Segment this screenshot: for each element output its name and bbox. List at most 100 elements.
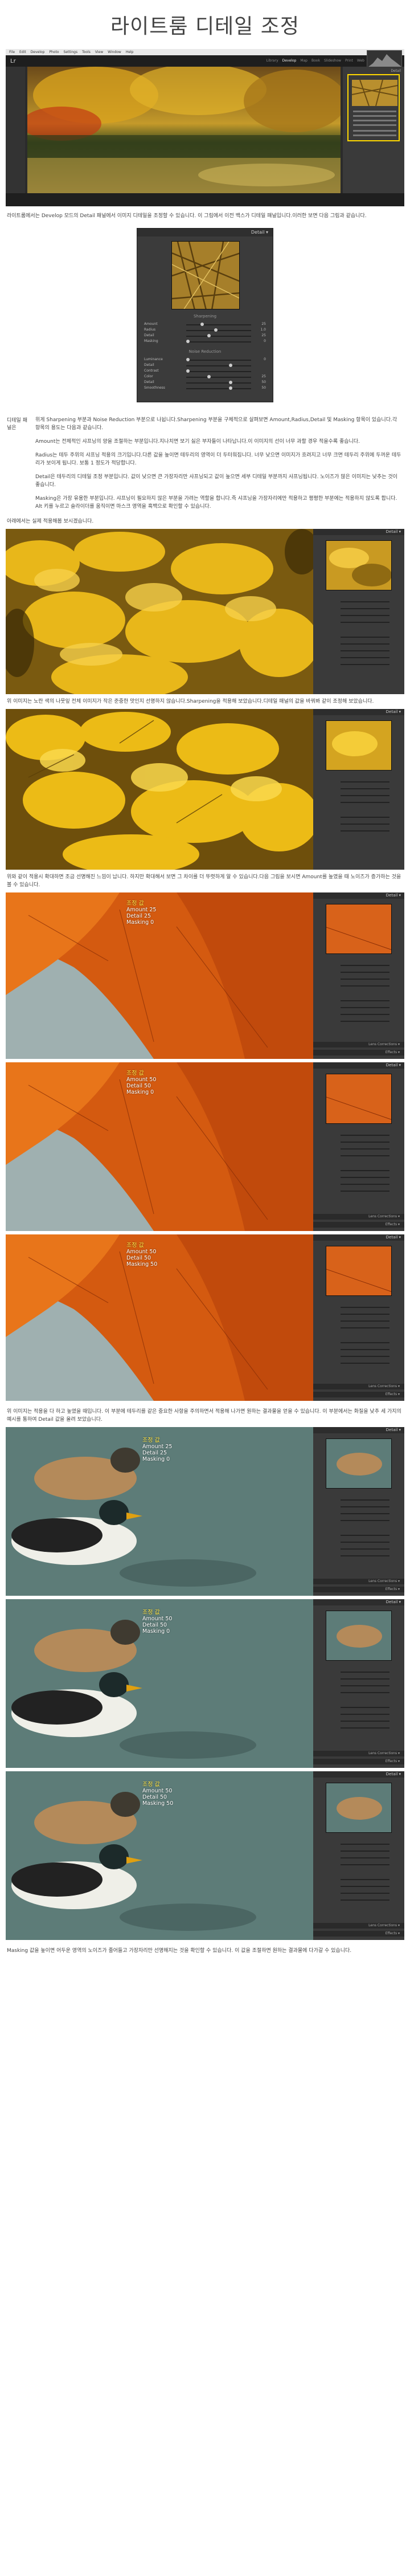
shot-panel-header[interactable]: Detail ▾: [313, 709, 404, 715]
shot-slider[interactable]: [318, 1533, 400, 1538]
shot-slider[interactable]: [318, 793, 400, 798]
shot-slider[interactable]: [318, 1842, 400, 1847]
shot-slider[interactable]: [318, 1690, 400, 1695]
shot-slider[interactable]: [318, 1884, 400, 1889]
shot-slider[interactable]: [318, 1154, 400, 1158]
shot-slider[interactable]: [318, 1312, 400, 1316]
shot-slider[interactable]: [318, 815, 400, 820]
shot-slider[interactable]: [318, 1511, 400, 1516]
shot-slider[interactable]: [318, 1305, 400, 1310]
shot-slider[interactable]: [318, 1347, 400, 1352]
shot-slider[interactable]: [318, 1849, 400, 1853]
slider-knob[interactable]: [228, 386, 232, 390]
module-book[interactable]: Book: [311, 59, 320, 63]
effects-header[interactable]: Effects ▾: [313, 1050, 404, 1055]
shot-slider[interactable]: [318, 1898, 400, 1902]
menu-window[interactable]: Window: [108, 50, 121, 54]
shot-slider[interactable]: [318, 1012, 400, 1017]
slider-track[interactable]: [186, 341, 251, 343]
shot-slider[interactable]: [318, 662, 400, 667]
sharp-slider[interactable]: Radius 1.0: [144, 328, 266, 333]
panel-title[interactable]: Detail: [391, 69, 401, 73]
shot-slider[interactable]: [318, 1133, 400, 1138]
shot-slider[interactable]: [318, 829, 400, 833]
shot-slider[interactable]: [318, 1189, 400, 1193]
slider-track[interactable]: [186, 330, 251, 331]
shot-slider[interactable]: [318, 1712, 400, 1717]
slider-knob[interactable]: [214, 328, 218, 332]
detail-panel-header[interactable]: Detail ▾: [137, 229, 273, 237]
lens-corrections-header[interactable]: Lens Corrections ▾: [313, 1214, 404, 1220]
slider-track[interactable]: [186, 377, 251, 378]
module-slideshow[interactable]: Slideshow: [324, 59, 341, 63]
shot-slider[interactable]: [318, 780, 400, 784]
lens-corrections-header[interactable]: Lens Corrections ▾: [313, 1751, 404, 1756]
shot-slider[interactable]: [318, 1168, 400, 1173]
shot-slider[interactable]: [318, 1147, 400, 1151]
shot-slider[interactable]: [318, 1319, 400, 1323]
slider-track[interactable]: [186, 388, 251, 389]
slider-value[interactable]: 50: [255, 380, 266, 384]
shot-slider[interactable]: [318, 998, 400, 1003]
shot-slider[interactable]: [318, 649, 400, 653]
shot-slider[interactable]: [318, 1175, 400, 1180]
menu-view[interactable]: View: [95, 50, 103, 54]
noise-slider[interactable]: Contrast: [144, 369, 266, 374]
effects-header[interactable]: Effects ▾: [313, 1931, 404, 1937]
slider-knob[interactable]: [186, 340, 190, 343]
shot-panel-header[interactable]: Detail ▾: [313, 1234, 404, 1241]
shot-slider[interactable]: [318, 1340, 400, 1345]
shot-panel-header[interactable]: Detail ▾: [313, 892, 404, 899]
noise-slider[interactable]: Luminance 0: [144, 357, 266, 363]
shot-slider[interactable]: [318, 613, 400, 618]
shot-slider[interactable]: [318, 963, 400, 968]
shot-slider[interactable]: [318, 1182, 400, 1187]
module-web[interactable]: Web: [357, 59, 364, 63]
shot-slider[interactable]: [318, 1140, 400, 1144]
shot-slider[interactable]: [318, 1554, 400, 1558]
slider-value[interactable]: 25: [255, 333, 266, 337]
module-print[interactable]: Print: [345, 59, 353, 63]
shot-slider[interactable]: [318, 970, 400, 975]
shot-slider[interactable]: [318, 800, 400, 805]
slider-value[interactable]: 25: [255, 374, 266, 378]
shot-slider[interactable]: [318, 655, 400, 660]
shot-slider[interactable]: [318, 1705, 400, 1710]
slider-knob[interactable]: [207, 375, 211, 378]
shot-slider[interactable]: [318, 822, 400, 826]
lens-corrections-header[interactable]: Lens Corrections ▾: [313, 1579, 404, 1584]
slider-track[interactable]: [186, 336, 251, 337]
shot-panel-header[interactable]: Detail ▾: [313, 1062, 404, 1069]
shot-slider[interactable]: [318, 1361, 400, 1366]
effects-header[interactable]: Effects ▾: [313, 1222, 404, 1228]
slider-value[interactable]: 0: [255, 357, 266, 361]
menu-file[interactable]: File: [9, 50, 15, 54]
shot-slider[interactable]: [318, 1354, 400, 1359]
shot-slider[interactable]: [318, 606, 400, 611]
lens-corrections-header[interactable]: Lens Corrections ▾: [313, 1042, 404, 1047]
slider-knob[interactable]: [207, 334, 211, 337]
menu-edit[interactable]: Edit: [19, 50, 26, 54]
shot-slider[interactable]: [318, 1719, 400, 1723]
slider-track[interactable]: [186, 324, 251, 325]
menu-settings[interactable]: Settings: [64, 50, 78, 54]
slider-value[interactable]: 25: [255, 322, 266, 326]
shot-panel-header[interactable]: Detail ▾: [313, 529, 404, 535]
shot-panel-header[interactable]: Detail ▾: [313, 1599, 404, 1605]
slider-knob[interactable]: [200, 323, 204, 326]
shot-slider[interactable]: [318, 1684, 400, 1688]
module-map[interactable]: Map: [300, 59, 308, 63]
shot-slider[interactable]: [318, 1518, 400, 1523]
slider-knob[interactable]: [228, 381, 232, 384]
menu-photo[interactable]: Photo: [49, 50, 59, 54]
slider-track[interactable]: [186, 360, 251, 361]
sharp-slider[interactable]: Detail 25: [144, 333, 266, 339]
menu-tools[interactable]: Tools: [82, 50, 91, 54]
slider-knob[interactable]: [186, 358, 190, 361]
slider-knob[interactable]: [186, 369, 190, 373]
shot-slider[interactable]: [318, 642, 400, 646]
slider-value[interactable]: 50: [255, 386, 266, 390]
module-library[interactable]: Library: [266, 59, 278, 63]
shot-panel-header[interactable]: Detail ▾: [313, 1427, 404, 1433]
shot-slider[interactable]: [318, 600, 400, 604]
